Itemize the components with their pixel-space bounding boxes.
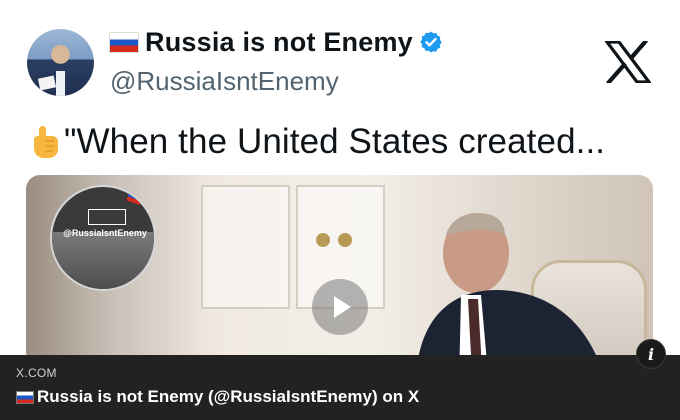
x-logo-icon[interactable] (605, 41, 651, 83)
door-knob (316, 233, 330, 247)
avatar-shirt (56, 71, 65, 96)
door-knob (338, 233, 352, 247)
avatar-paper (37, 75, 57, 91)
russia-flag-icon (109, 31, 139, 53)
video-thumbnail[interactable]: @RussiaIsntEnemy (26, 175, 653, 355)
profile-avatar[interactable] (27, 29, 94, 96)
door-panel (201, 185, 290, 309)
tweet-text-row: "When the United States created... (30, 122, 605, 162)
info-button[interactable]: i (636, 339, 666, 369)
pointing-up-emoji-icon (34, 126, 58, 158)
play-icon (334, 296, 351, 318)
display-name-row[interactable]: Russia is not Enemy (109, 24, 443, 60)
tweet-embed-card[interactable]: Russia is not Enemy @RussiaIsntEnemy "Wh… (0, 0, 680, 355)
watermark-photo (52, 232, 154, 289)
link-title: Russia is not Enemy (@RussiaIsntEnemy) o… (37, 387, 420, 406)
link-domain: X.COM (16, 366, 57, 380)
channel-watermark-logo: @RussiaIsntEnemy (50, 185, 156, 291)
link-preview-bar[interactable]: X.COM Russia is not Enemy (@RussiaIsntEn… (0, 355, 680, 420)
link-title-row[interactable]: Russia is not Enemy (@RussiaIsntEnemy) o… (16, 387, 419, 407)
verified-badge-icon (420, 31, 442, 53)
user-handle[interactable]: @RussiaIsntEnemy (110, 66, 339, 97)
play-button[interactable] (312, 279, 368, 335)
channel-watermark-text: @RussiaIsntEnemy (63, 228, 147, 238)
russia-flag-icon (126, 188, 144, 206)
display-name: Russia is not Enemy (145, 26, 413, 57)
play-screen-icon (88, 209, 126, 225)
russia-flag-icon (16, 390, 34, 404)
tweet-text: "When the United States created... (64, 122, 606, 161)
seated-man-figure (419, 213, 596, 355)
